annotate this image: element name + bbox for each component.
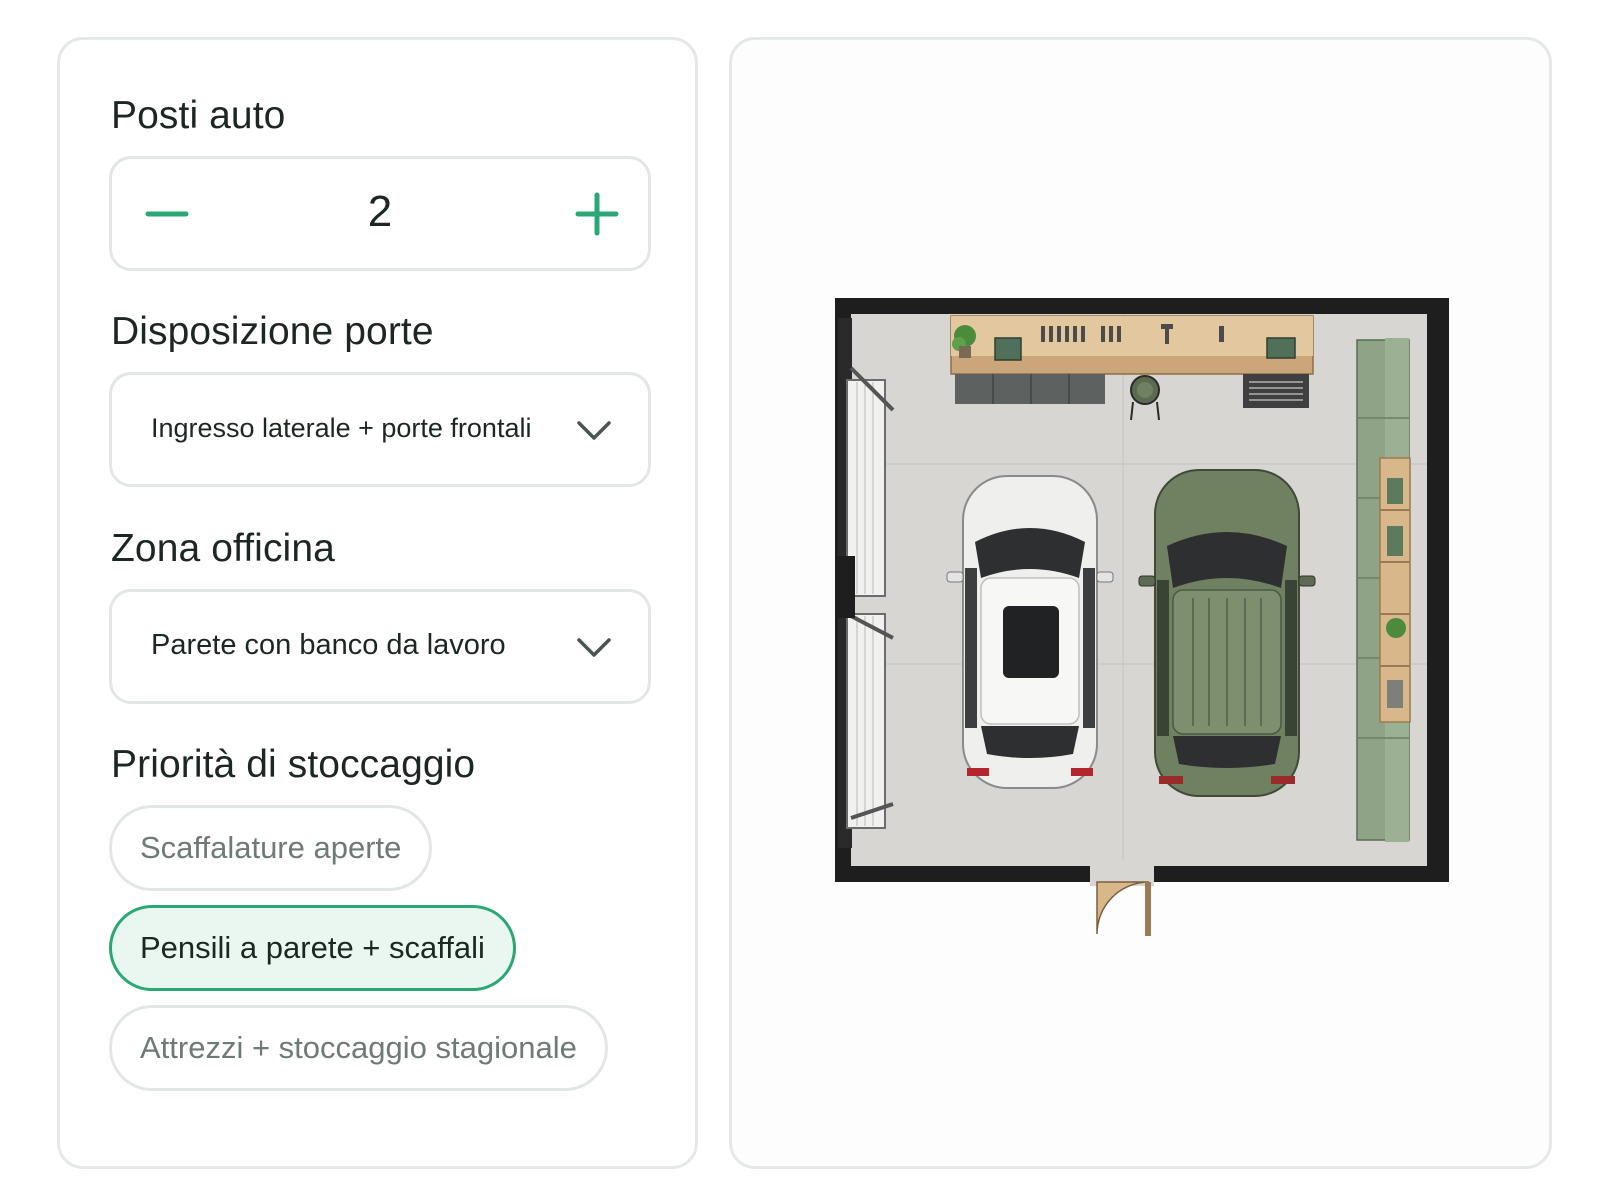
workshop-selected-value: Parete con banco da lavoro <box>151 629 506 661</box>
increment-button[interactable] <box>566 183 628 245</box>
storage-label: Priorità di stoccaggio <box>111 743 476 786</box>
doors-label: Disposizione porte <box>111 310 434 353</box>
white-car <box>946 475 1114 789</box>
preview-panel <box>729 37 1552 1169</box>
side-garage-doors <box>835 318 895 848</box>
storage-option-open-shelving[interactable]: Scaffalature aperte <box>109 805 433 891</box>
parking-label: Posti auto <box>111 94 286 137</box>
workshop-label: Zona officina <box>111 527 335 570</box>
storage-option-wall-cabinets[interactable]: Pensili a parete + scaffali <box>109 905 516 991</box>
configurator-panel: Posti auto 2 Disposizione porte Ingresso… <box>57 37 698 1169</box>
storage-option-tools-seasonal[interactable]: Attrezzi + stoccaggio stagionale <box>109 1005 608 1091</box>
workshop-select[interactable]: Parete con banco da lavoro <box>109 589 651 704</box>
chevron-down-icon <box>574 411 614 451</box>
plus-icon <box>575 192 619 236</box>
chevron-down-icon <box>574 628 614 668</box>
green-car <box>1138 469 1316 797</box>
wall-cabinets <box>1356 338 1411 842</box>
parking-stepper: 2 <box>109 156 651 271</box>
doors-select[interactable]: Ingresso laterale + porte frontali <box>109 372 651 487</box>
garage-floor-plan <box>835 298 1449 936</box>
front-entry-door <box>1090 860 1154 936</box>
doors-selected-value: Ingresso laterale + porte frontali <box>151 413 532 443</box>
